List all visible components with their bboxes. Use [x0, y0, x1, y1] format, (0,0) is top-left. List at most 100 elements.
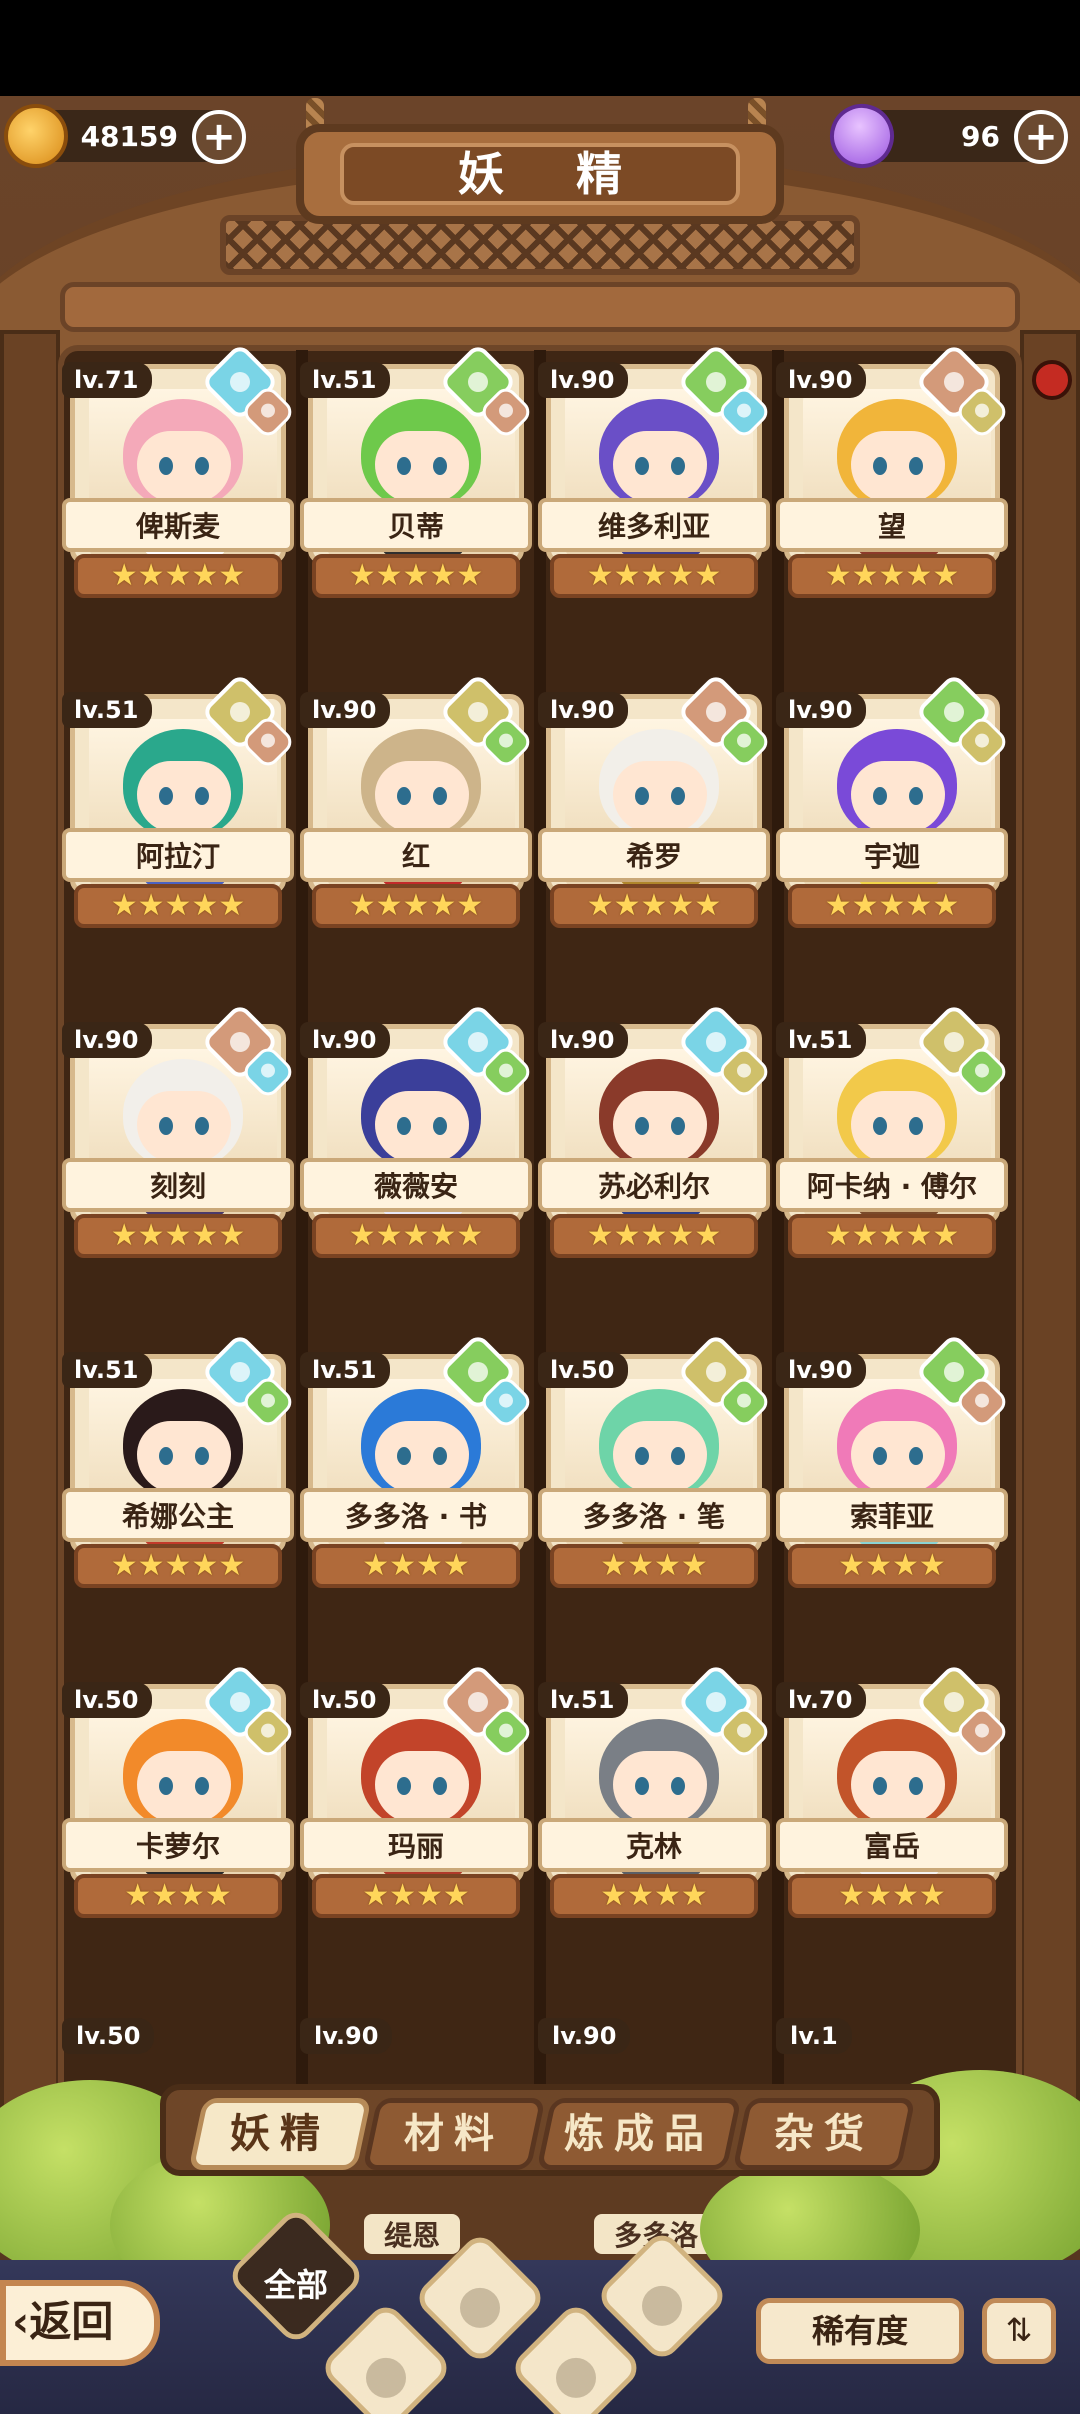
add-gems-button[interactable]: +: [1014, 110, 1068, 164]
fairy-eye: [873, 1117, 887, 1135]
level-badge: lv.90: [538, 2018, 631, 2054]
fairy-name: 宇迦: [776, 828, 1008, 882]
fairy-eye: [635, 457, 649, 475]
fairy-card[interactable]: lv.90 刻刻 ★★★★★: [62, 1002, 297, 1258]
fairy-card[interactable]: lv.71 俾斯麦 ★★★★★: [62, 342, 297, 598]
star-rating: ★★★★★: [550, 1214, 758, 1258]
fairy-eye: [873, 787, 887, 805]
filter-all-label: 全部: [263, 2266, 328, 2305]
fairy-name: 索菲亚: [776, 1488, 1008, 1542]
page-title: 妖 精: [340, 143, 740, 205]
fairy-face: [851, 1421, 945, 1493]
coin-icon: [4, 104, 68, 168]
fairy-eye: [909, 1777, 923, 1795]
fairy-card[interactable]: lv.90 维多利亚 ★★★★★: [538, 342, 773, 598]
fairy-face: [851, 1751, 945, 1823]
fairy-eye: [195, 457, 209, 475]
coin-counter: 48159 +: [4, 104, 246, 168]
fairy-eye: [397, 787, 411, 805]
sort-rarity-button[interactable]: 稀有度: [756, 2298, 964, 2364]
fairy-eye: [397, 1447, 411, 1465]
fairy-card[interactable]: lv.90 红 ★★★★★: [300, 672, 535, 928]
fairy-card[interactable]: lv.70 富岳 ★★★★: [776, 1662, 1011, 1918]
sort-order-icon[interactable]: ⇅: [982, 2298, 1056, 2364]
fairy-eye: [433, 457, 447, 475]
fairy-card[interactable]: lv.50 卡萝尔 ★★★★: [62, 1662, 297, 1918]
gem-value: 96: [961, 119, 1000, 153]
level-badge: lv.90: [300, 2018, 393, 2054]
level-badge: lv.90: [776, 692, 867, 728]
gem-counter: 96 +: [820, 94, 1068, 178]
sprout-icon: [366, 2357, 406, 2398]
tab-goods[interactable]: 杂货: [732, 2098, 916, 2170]
fairy-card[interactable]: lv.90 苏必利尔 ★★★★★: [538, 1002, 773, 1258]
fairy-face: [613, 1091, 707, 1163]
fairy-name: 希罗: [538, 828, 770, 882]
fairy-name: 克林: [538, 1818, 770, 1872]
fairy-eye: [671, 787, 685, 805]
fairy-face: [851, 761, 945, 833]
star-rating: ★★★★★: [550, 554, 758, 598]
fairy-card[interactable]: lv.51 希娜公主 ★★★★★: [62, 1332, 297, 1588]
star-rating: ★★★★★: [550, 884, 758, 928]
fairy-eye: [433, 1447, 447, 1465]
star-rating: ★★★★: [550, 1874, 758, 1918]
fairy-eye: [433, 1777, 447, 1795]
fairy-card[interactable]: lv.90 希罗 ★★★★★: [538, 672, 773, 928]
tab-crafted[interactable]: 炼成品: [536, 2098, 742, 2170]
level-badge: lv.51: [538, 1682, 629, 1718]
fairy-name: 望: [776, 498, 1008, 552]
add-coins-button[interactable]: +: [192, 110, 246, 164]
fairy-card[interactable]: lv.50 多多洛 · 笔 ★★★★: [538, 1332, 773, 1588]
star-rating: ★★★★: [788, 1874, 996, 1918]
title-sign: 妖 精: [296, 124, 784, 224]
fairy-card[interactable]: lv.90 索菲亚 ★★★★: [776, 1332, 1011, 1588]
tab-materials[interactable]: 材料: [362, 2098, 546, 2170]
fairy-eye: [873, 1447, 887, 1465]
level-badge: lv.90: [776, 1352, 867, 1388]
level-badge: lv.50: [300, 1682, 391, 1718]
tab-label: 妖精: [230, 2111, 330, 2157]
fairy-eye: [397, 1777, 411, 1795]
fairy-name: 贝蒂: [300, 498, 532, 552]
fairy-card[interactable]: lv.50 玛丽 ★★★★: [300, 1662, 535, 1918]
tab-fairies[interactable]: 妖精: [188, 2098, 372, 2170]
fairy-eye: [159, 1777, 173, 1795]
level-badge: lv.51: [300, 362, 391, 398]
fairy-card[interactable]: lv.51 阿卡纳 · 傅尔 ★★★★★: [776, 1002, 1011, 1258]
level-badge: lv.50: [62, 2018, 155, 2054]
category-tabs: 妖精 材料 炼成品 杂货: [0, 2064, 1080, 2184]
fairy-card[interactable]: lv.90 宇迦 ★★★★★: [776, 672, 1011, 928]
fairy-eye: [195, 1447, 209, 1465]
fairy-name: 多多洛 · 书: [300, 1488, 532, 1542]
star-rating: ★★★★★: [74, 1214, 282, 1258]
level-badge: lv.51: [776, 1022, 867, 1058]
star-rating: ★★★★★: [74, 1544, 282, 1588]
water-drop-icon: [460, 2287, 500, 2328]
fairy-card[interactable]: lv.90 薇薇安 ★★★★★: [300, 1002, 535, 1258]
back-button[interactable]: ‹返回: [0, 2280, 160, 2366]
tab-label: 杂货: [774, 2111, 874, 2157]
fairy-card[interactable]: lv.90 望 ★★★★★: [776, 342, 1011, 598]
fairy-name: 玛丽: [300, 1818, 532, 1872]
fairy-card[interactable]: lv.51 阿拉汀 ★★★★★: [62, 672, 297, 928]
fairy-name: 多多洛 · 笔: [538, 1488, 770, 1542]
tab-label: 材料: [404, 2111, 504, 2157]
star-rating: ★★★★: [74, 1874, 282, 1918]
right-pillar: [1020, 330, 1080, 2120]
fairy-eye: [635, 1777, 649, 1795]
coin-value: 48159: [80, 119, 178, 153]
fairy-face: [375, 1421, 469, 1493]
fairy-card[interactable]: lv.51 多多洛 · 书 ★★★★: [300, 1332, 535, 1588]
level-badge: lv.71: [62, 362, 153, 398]
fairy-eye: [195, 1777, 209, 1795]
fairy-name: 希娜公主: [62, 1488, 294, 1542]
fairy-eye: [159, 787, 173, 805]
fairy-card[interactable]: lv.51 贝蒂 ★★★★★: [300, 342, 535, 598]
star-rating: ★★★★★: [312, 884, 520, 928]
fairy-eye: [909, 1447, 923, 1465]
fairy-grid: lv.71 俾斯麦 ★★★★★ lv.51 贝蒂 ★★★★★ lv.90 维多利…: [62, 342, 1022, 1918]
fairy-card[interactable]: lv.51 克林 ★★★★: [538, 1662, 773, 1918]
tab-label: 炼成品: [564, 2111, 714, 2157]
fairy-name: 苏必利尔: [538, 1158, 770, 1212]
